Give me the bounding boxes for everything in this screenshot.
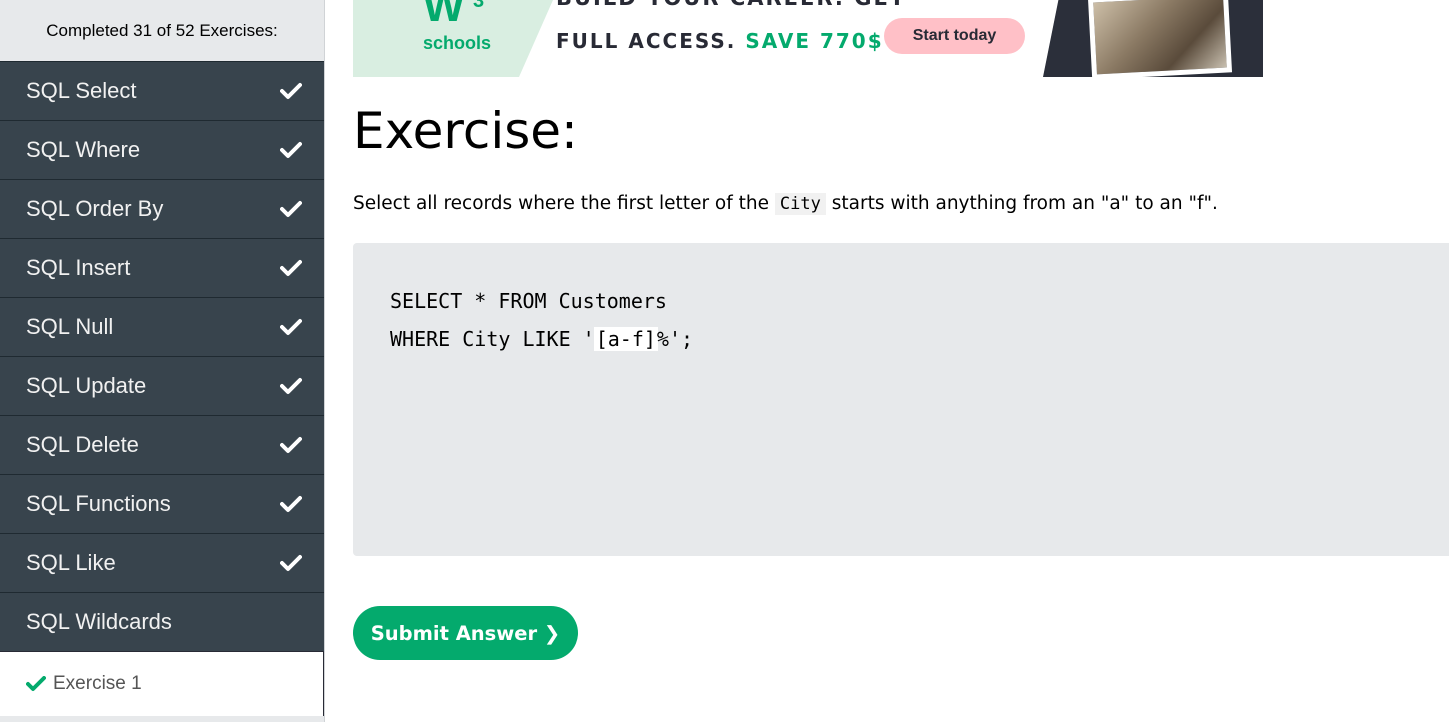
menu-item-label: SQL Where bbox=[26, 137, 141, 162]
menu-item-sql-like[interactable]: SQL Like bbox=[0, 533, 324, 592]
menu-item-label: SQL Functions bbox=[26, 491, 171, 516]
sub-item-label: Exercise 1 bbox=[53, 673, 142, 694]
w3schools-logo-text: schools bbox=[423, 33, 492, 53]
menu-item-label: SQL Insert bbox=[26, 255, 131, 280]
code-line-2-after: %'; bbox=[656, 327, 694, 351]
exercise-instructions: Select all records where the first lette… bbox=[353, 193, 1218, 215]
promo-banner[interactable]: W 3 schools BUILD YOUR CAREER. GET FULL … bbox=[353, 0, 1263, 77]
banner-headline-2: FULL ACCESS. SAVE 770$ bbox=[556, 29, 884, 53]
code-line-2: WHERE City LIKE '[a-f]%'; bbox=[390, 327, 693, 351]
checkmark-icon bbox=[280, 496, 302, 512]
menu-item-sql-select[interactable]: SQL Select bbox=[0, 61, 324, 120]
menu-item-label: SQL Select bbox=[26, 78, 137, 103]
submit-answer-button[interactable]: Submit Answer ❯ bbox=[353, 606, 578, 660]
menu-item-label: SQL Like bbox=[26, 550, 116, 575]
menu-item-sql-null[interactable]: SQL Null bbox=[0, 297, 324, 356]
menu-item-label: SQL Null bbox=[26, 314, 114, 339]
start-today-button[interactable]: Start today bbox=[884, 18, 1025, 54]
code-editor: SELECT * FROM Customers WHERE City LIKE … bbox=[353, 243, 1449, 556]
menu-item-sql-update[interactable]: SQL Update bbox=[0, 356, 324, 415]
banner-headline-2-prefix: FULL ACCESS. bbox=[556, 29, 737, 53]
checkmark-icon bbox=[280, 142, 302, 158]
exercise-sidebar: Completed 31 of 52 Exercises: SQL Select… bbox=[0, 0, 325, 722]
menu-item-sql-wildcards[interactable]: SQL Wildcards bbox=[0, 592, 324, 651]
code-line-1: SELECT * FROM Customers bbox=[390, 289, 667, 313]
menu-item-label: SQL Order By bbox=[26, 196, 164, 221]
page-title: Exercise: bbox=[353, 102, 578, 160]
sub-item-exercise-1[interactable]: Exercise 1 bbox=[0, 651, 324, 716]
checkmark-icon bbox=[280, 83, 302, 99]
checkmark-icon bbox=[280, 378, 302, 394]
w3schools-logo-sup: 3 bbox=[473, 0, 485, 12]
exercise-menu: SQL Select SQL Where SQL Order By SQL In… bbox=[0, 61, 324, 651]
menu-item-label: SQL Update bbox=[26, 373, 147, 398]
checkmark-icon bbox=[280, 555, 302, 571]
instruction-text-after: starts with anything from an "a" to an "… bbox=[831, 193, 1218, 214]
answer-input[interactable]: [a-f] bbox=[593, 327, 658, 351]
menu-item-sql-delete[interactable]: SQL Delete bbox=[0, 415, 324, 474]
checkmark-icon bbox=[280, 437, 302, 453]
banner-headline-1: BUILD YOUR CAREER. GET bbox=[556, 0, 906, 10]
instruction-code: City bbox=[774, 193, 826, 215]
menu-item-sql-functions[interactable]: SQL Functions bbox=[0, 474, 324, 533]
menu-item-sql-insert[interactable]: SQL Insert bbox=[0, 238, 324, 297]
banner-save-highlight: SAVE 770$ bbox=[745, 29, 884, 53]
code-line-2-before: WHERE City LIKE ' bbox=[390, 327, 595, 351]
checkmark-icon bbox=[280, 201, 302, 217]
checkmark-icon bbox=[280, 260, 302, 276]
menu-item-label: SQL Wildcards bbox=[26, 609, 172, 634]
menu-item-label: SQL Delete bbox=[26, 432, 139, 457]
banner-photo bbox=[1087, 0, 1233, 77]
menu-item-sql-where[interactable]: SQL Where bbox=[0, 120, 324, 179]
progress-text: Completed 31 of 52 Exercises: bbox=[0, 0, 324, 61]
menu-item-sql-order-by[interactable]: SQL Order By bbox=[0, 179, 324, 238]
checkmark-icon bbox=[280, 319, 302, 335]
green-checkmark-icon bbox=[26, 676, 46, 691]
w3schools-logo: W bbox=[423, 0, 465, 31]
instruction-text-before: Select all records where the first lette… bbox=[353, 193, 770, 214]
